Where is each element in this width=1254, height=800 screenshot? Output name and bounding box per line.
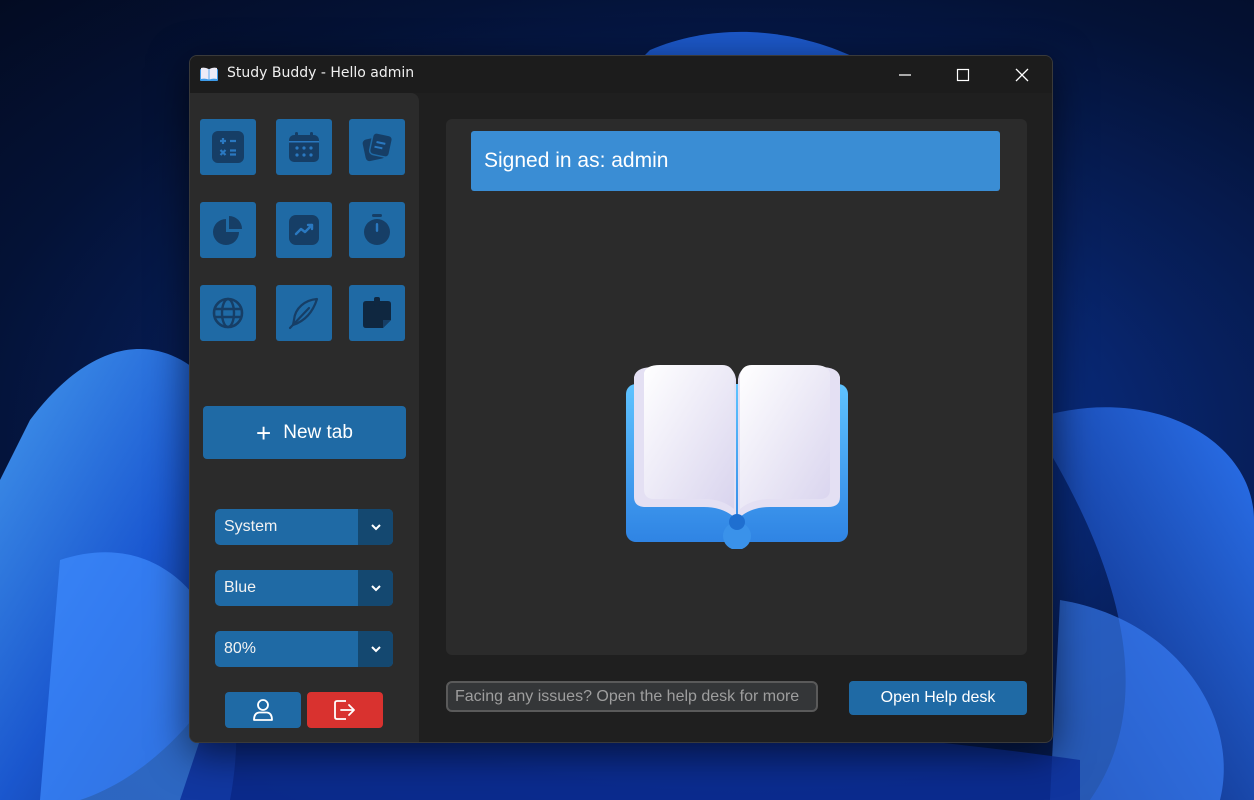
chevron-down-icon <box>370 646 381 653</box>
calculator-icon <box>212 131 244 163</box>
flashcards-button[interactable] <box>349 119 405 175</box>
help-info-field[interactable]: Facing any issues? Open the help desk fo… <box>446 681 818 712</box>
user-icon <box>253 699 273 721</box>
minimize-button[interactable] <box>876 56 934 93</box>
open-book-app-icon <box>200 67 218 82</box>
timer-button[interactable] <box>349 202 405 258</box>
sticky-notes-button[interactable] <box>349 285 405 341</box>
title-bar: Study Buddy - Hello admin <box>190 56 1052 93</box>
pie-chart-icon <box>213 216 242 245</box>
trend-chart-icon <box>289 215 319 245</box>
appearance-mode-value: System <box>224 518 278 535</box>
minimize-icon <box>899 73 911 76</box>
plus-icon: + <box>256 417 272 448</box>
maximize-button[interactable] <box>934 56 992 93</box>
profile-button[interactable] <box>225 692 301 728</box>
ui-scaling-value: 80% <box>224 640 257 657</box>
color-theme-dropdown[interactable]: Blue <box>215 570 393 606</box>
new-tab-button[interactable]: + New tab <box>203 406 406 459</box>
globe-icon <box>212 297 244 329</box>
progress-button[interactable] <box>276 202 332 258</box>
app-window: Study Buddy - Hello admin + New tab Syst… <box>189 55 1053 743</box>
open-book-illustration <box>624 359 854 550</box>
ui-scaling-dropdown[interactable]: 80% <box>215 631 393 667</box>
statistics-button[interactable] <box>200 202 256 258</box>
logout-icon <box>334 700 355 720</box>
flashcards-icon <box>362 132 394 162</box>
calendar-icon <box>289 132 319 162</box>
signed-in-banner: Signed in as: admin <box>471 131 1000 191</box>
window-title: Study Buddy - Hello admin <box>227 65 415 81</box>
appearance-mode-dropdown[interactable]: System <box>215 509 393 545</box>
close-icon <box>1015 68 1029 81</box>
sticky-note-icon <box>363 297 391 328</box>
color-theme-value: Blue <box>224 579 257 596</box>
calculator-button[interactable] <box>200 119 256 175</box>
scaling-dropdown-arrow[interactable] <box>358 631 393 667</box>
notes-button[interactable] <box>276 285 332 341</box>
appearance-dropdown-arrow[interactable] <box>358 509 393 545</box>
logout-button[interactable] <box>307 692 383 728</box>
chevron-down-icon <box>370 524 381 531</box>
open-book-icon <box>626 365 848 550</box>
web-search-button[interactable] <box>200 285 256 341</box>
maximize-icon <box>956 68 970 81</box>
stopwatch-icon <box>364 214 390 245</box>
theme-dropdown-arrow[interactable] <box>358 570 393 606</box>
close-button[interactable] <box>993 56 1051 93</box>
new-tab-label: New tab <box>283 421 353 443</box>
open-help-desk-button[interactable]: Open Help desk <box>849 681 1027 715</box>
main-content-panel: Signed in as: admin <box>446 119 1027 655</box>
sidebar: + New tab System Blue 80% <box>190 93 419 742</box>
feather-icon <box>288 297 319 330</box>
calendar-button[interactable] <box>276 119 332 175</box>
chevron-down-icon <box>370 585 381 592</box>
